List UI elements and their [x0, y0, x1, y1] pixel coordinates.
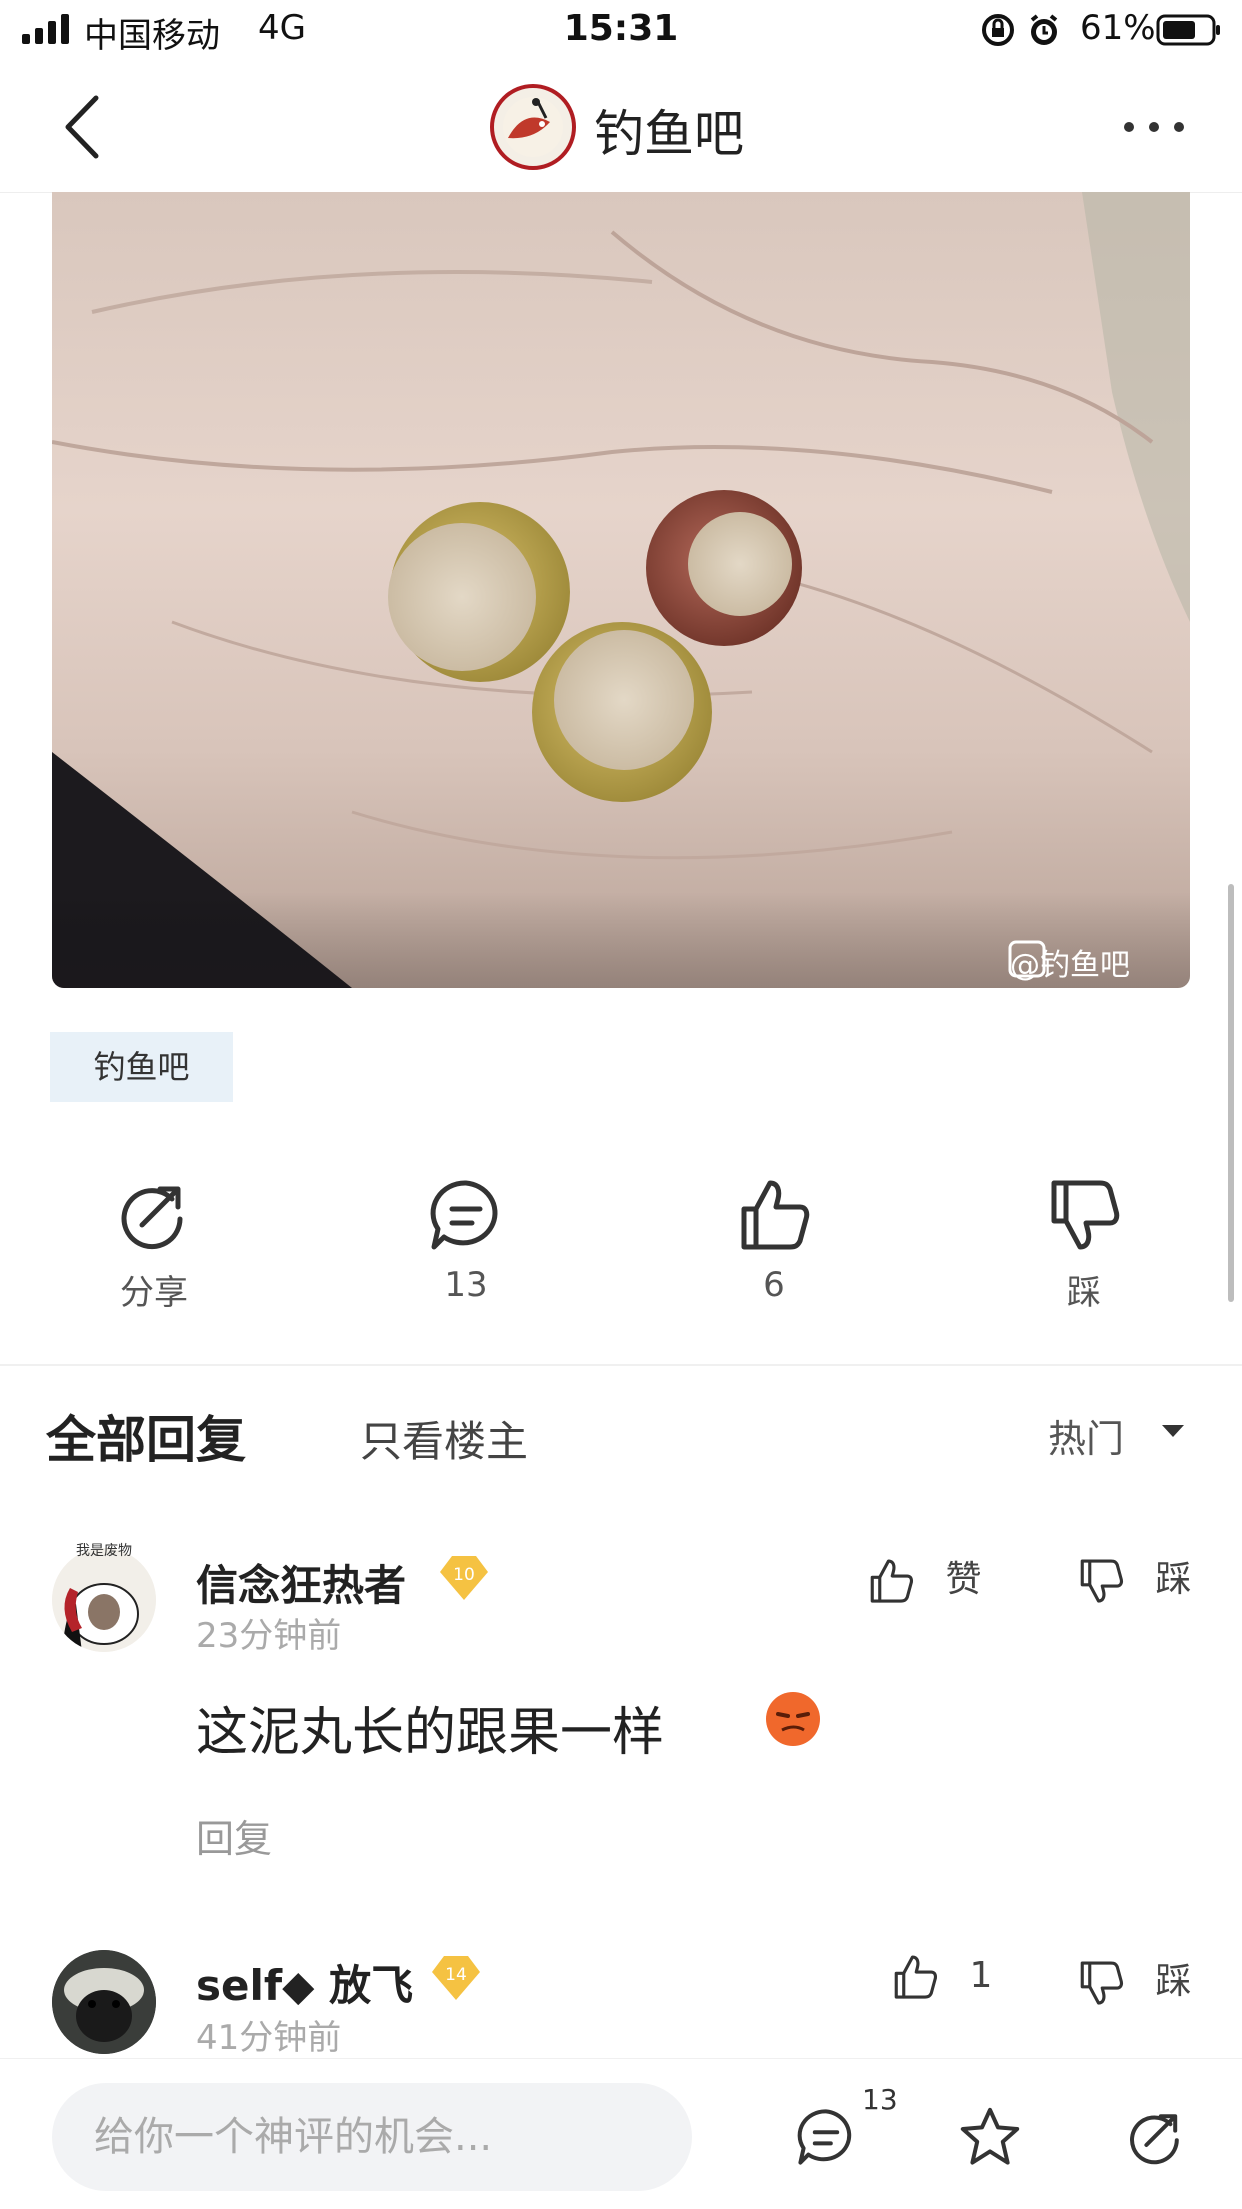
more-dots-icon[interactable] — [1122, 120, 1186, 134]
forum-tag-label: 钓鱼吧 — [93, 1048, 190, 1086]
thumbs-down-icon — [1080, 1961, 1124, 2005]
nav-bar: 钓鱼吧 — [0, 62, 1242, 193]
comment-time: 41分钟前 — [196, 2018, 342, 2058]
lock-rotation-icon — [982, 14, 1058, 46]
comment-like-label: 赞 — [945, 1559, 982, 1600]
comment-username[interactable]: 信念狂热者 — [196, 1552, 406, 1613]
comment-dislike-button[interactable]: 踩 — [1076, 1952, 1191, 2008]
reply-link[interactable]: 回复 — [196, 1808, 272, 1863]
dislike-button[interactable]: 踩 — [994, 1175, 1174, 1314]
dislike-label: 踩 — [1067, 1273, 1101, 1313]
sort-dropdown[interactable]: 热门 — [1048, 1408, 1124, 1463]
thumbs-down-icon — [1051, 1180, 1120, 1250]
status-bar: 中国移动 4G 15:31 61% — [0, 0, 1242, 62]
share-button[interactable]: 分享 — [64, 1175, 244, 1314]
comment-input[interactable]: 给你一个神评的机会... — [52, 2083, 692, 2191]
tab-all-replies[interactable]: 全部回复 — [46, 1400, 246, 1472]
comment-username[interactable]: self◆ 放飞 — [196, 1952, 413, 2013]
section-divider — [0, 1364, 1242, 1366]
share-icon — [121, 1186, 183, 1250]
level-badge-icon: 14 — [432, 1956, 480, 2000]
fish-logo-icon — [503, 97, 563, 157]
scrollbar[interactable] — [1228, 884, 1234, 1302]
avatar[interactable] — [52, 1548, 156, 1652]
honey-badger-avatar-icon — [52, 1950, 156, 2054]
tab-op-only[interactable]: 只看楼主 — [360, 1408, 528, 1469]
comment-count: 13 — [444, 1265, 488, 1305]
comment-input-placeholder: 给你一个神评的机会... — [94, 2114, 493, 2160]
comment-bubble-icon — [430, 1180, 498, 1250]
like-button[interactable]: 6 — [684, 1175, 864, 1305]
comment-bubble-icon[interactable] — [794, 2105, 858, 2169]
comment-button[interactable]: 13 — [376, 1175, 556, 1305]
comment-dislike-label: 踩 — [1155, 1559, 1192, 1600]
comment-dislike-label: 踩 — [1155, 1961, 1192, 2002]
comment-time: 23分钟前 — [196, 1616, 342, 1656]
forum-logo[interactable] — [490, 84, 576, 170]
thumbs-up-icon — [870, 1559, 914, 1603]
forum-title[interactable]: 钓鱼吧 — [594, 94, 744, 166]
panda-meme-avatar-icon — [52, 1548, 156, 1652]
caret-down-icon[interactable] — [1160, 1423, 1186, 1439]
share-icon[interactable] — [1124, 2105, 1188, 2169]
like-count: 6 — [763, 1265, 785, 1305]
comment-item: self◆ 放飞 14 41分钟前 1 踩 — [0, 1940, 1242, 2058]
comment-like-button[interactable]: 1 — [890, 1952, 992, 2002]
comment-item: 我是废物 信念狂热者 10 23分钟前 赞 踩 这泥丸长的跟果一样 回复 — [0, 1530, 1242, 1890]
palm-with-clay-balls-image — [52, 192, 1190, 988]
level-badge-icon: 10 — [440, 1556, 488, 1600]
comment-dislike-button[interactable]: 踩 — [1076, 1550, 1191, 1606]
battery-icon — [1156, 14, 1220, 46]
comment-like-count: 1 — [969, 1955, 993, 1996]
image-watermark: @钓鱼吧 — [1010, 948, 1130, 983]
post-image[interactable] — [52, 192, 1190, 988]
level-number: 10 — [453, 1565, 475, 1585]
battery-percent: 61% — [1080, 8, 1156, 48]
bottom-comment-count: 13 — [862, 2083, 898, 2116]
level-number: 14 — [445, 1965, 467, 1985]
thumbs-down-icon — [1080, 1559, 1124, 1603]
bottom-bar: 给你一个神评的机会... 13 — [0, 2058, 1242, 2209]
chevron-left-icon[interactable] — [60, 92, 104, 162]
smug-emoji-icon — [766, 1692, 820, 1746]
avatar-caption: 我是废物 — [76, 1543, 132, 1559]
forum-tag[interactable]: 钓鱼吧 — [50, 1032, 233, 1102]
thumbs-up-icon — [894, 1955, 938, 1999]
comment-like-button[interactable]: 赞 — [866, 1550, 981, 1606]
comment-text: 这泥丸长的跟果一样 — [196, 1703, 665, 1763]
share-label: 分享 — [120, 1273, 188, 1313]
avatar[interactable] — [52, 1950, 156, 2054]
star-icon[interactable] — [958, 2105, 1022, 2169]
thumbs-up-icon — [741, 1180, 810, 1250]
